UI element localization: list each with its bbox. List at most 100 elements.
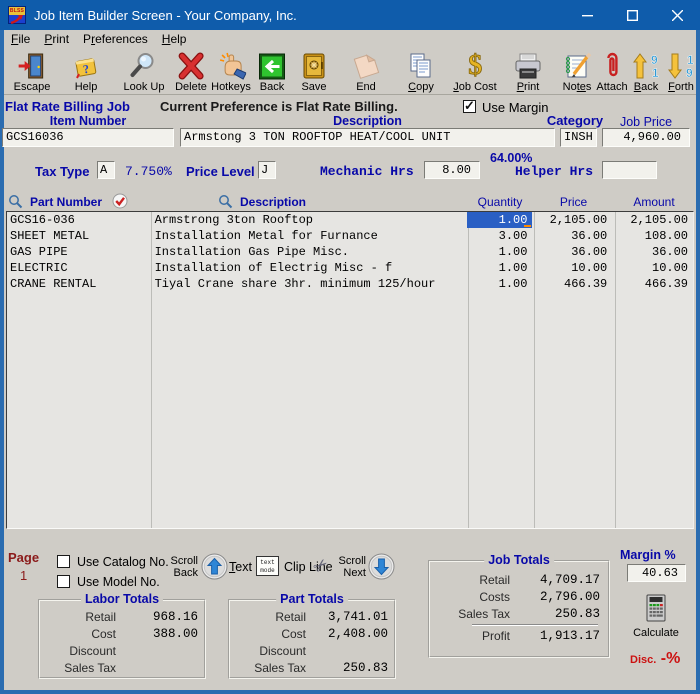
toolbar-button-copy[interactable]: Copy (407, 50, 435, 93)
toolbar-button-forth[interactable]: 1 9 Forth (667, 50, 695, 93)
scissors-icon[interactable]: ✂ (309, 554, 333, 578)
use-catalog-checkbox[interactable] (57, 555, 70, 573)
window-title: Job Item Builder Screen - Your Company, … (34, 7, 297, 23)
toolbar-button-back-record[interactable]: 9 1 Back (632, 50, 660, 93)
cell-description[interactable]: Installation Metal for Furnance (151, 228, 467, 244)
job-sales-tax-value: 250.83 (554, 607, 600, 621)
cell-quantity[interactable]: 1.00 (467, 276, 533, 292)
toolbar-button-delete[interactable]: Delete (175, 50, 207, 93)
toolbar-button-look-up[interactable]: Look Up (124, 50, 164, 93)
quantity-header: Quantity (477, 195, 523, 209)
toolbar-button-help[interactable]: ? Help (72, 50, 100, 93)
title-bar: BLSS Job Item Builder Screen - Your Comp… (0, 0, 700, 30)
cell-description[interactable]: Armstrong 3ton Rooftop (151, 212, 467, 228)
menu-help[interactable]: Help (155, 31, 194, 47)
cell-description[interactable]: Installation of Electrig Misc - f (151, 260, 467, 276)
calculate-button[interactable]: Calculate (628, 594, 684, 639)
parts-table-body[interactable]: GCS16-036 Armstrong 3ton Rooftop 1.00 2,… (6, 211, 694, 529)
toolbar-button-back[interactable]: Back (259, 50, 286, 93)
part-sales-tax-value: 250.83 (342, 661, 388, 675)
toolbar-button-attach[interactable]: Attach (596, 50, 628, 93)
job-totals-panel: Job Totals Retail 4,709.17 Costs 2,796.00 … (428, 553, 610, 658)
labor-sales-tax-value (116, 660, 198, 677)
price-level-field[interactable]: J (258, 161, 276, 179)
description-field[interactable]: Armstong 3 TON ROOFTOP HEAT/COOL UNIT (180, 128, 555, 147)
cell-amount[interactable]: 10.00 (613, 260, 693, 276)
cell-price[interactable]: 10.00 (532, 260, 613, 276)
toolbar-button-escape[interactable]: Escape (14, 50, 51, 93)
cell-part-number[interactable]: GCS16-036 (7, 212, 151, 228)
menu-preferences[interactable]: Preferences (76, 31, 155, 47)
svg-text:1: 1 (687, 53, 694, 67)
scroll-next-button[interactable] (368, 553, 395, 580)
close-button[interactable] (655, 0, 700, 30)
cell-part-number[interactable]: GAS PIPE (7, 244, 151, 260)
table-row[interactable]: ELECTRIC Installation of Electrig Misc -… (7, 260, 693, 276)
page-label: Page (8, 550, 40, 565)
cell-price[interactable]: 36.00 (532, 228, 613, 244)
item-number-field[interactable]: GCS16036 (2, 128, 174, 147)
labor-retail-value: 968.16 (152, 610, 198, 624)
use-model-checkbox[interactable] (57, 575, 70, 593)
use-margin-checkbox-box[interactable] (463, 98, 476, 114)
toolbar-button-hotkeys[interactable]: Hotkeys (211, 50, 251, 93)
cell-quantity[interactable]: 1.00 (467, 244, 533, 260)
cell-amount[interactable]: 108.00 (613, 228, 693, 244)
cell-description[interactable]: Installation Gas Pipe Misc. (151, 244, 467, 260)
escape-door-icon (14, 50, 51, 80)
category-field[interactable]: INSH (560, 128, 597, 147)
discount-button[interactable]: Disc. -% (630, 650, 680, 668)
cell-quantity-selected[interactable]: 1.00 (466, 212, 533, 228)
cell-quantity[interactable]: 1.00 (467, 260, 533, 276)
cell-description[interactable]: Tiyal Crane share 3hr. minimum 125/hour (151, 276, 467, 292)
cell-amount[interactable]: 36.00 (613, 244, 693, 260)
helper-hrs-field[interactable] (602, 161, 657, 179)
cell-amount[interactable]: 466.39 (613, 276, 693, 292)
table-row[interactable]: SHEET METAL Installation Metal for Furna… (7, 228, 693, 244)
page-number: 1 (20, 568, 28, 583)
arrow-up-91-icon: 9 1 (632, 50, 660, 80)
job-price-field[interactable]: 4,960.00 (602, 128, 690, 147)
mechanic-hrs-field[interactable]: 8.00 (424, 161, 480, 179)
item-number-label: Item Number (49, 114, 127, 128)
text-mode-icon[interactable]: text mode (256, 556, 279, 576)
toolbar-button-print[interactable]: Print (512, 50, 544, 93)
cell-price[interactable]: 2,105.00 (532, 212, 613, 228)
table-row[interactable]: CRANE RENTAL Tiyal Crane share 3hr. mini… (7, 276, 693, 292)
cell-part-number[interactable]: SHEET METAL (7, 228, 151, 244)
labor-discount-value (116, 643, 198, 660)
part-number-header: Part Number (30, 195, 103, 209)
toolbar-button-notes[interactable]: Notes (562, 50, 592, 93)
margin-field[interactable]: 40.63 (627, 564, 686, 582)
arrow-down-19-icon: 1 9 (667, 50, 695, 80)
paperclip-icon (596, 50, 627, 80)
margin-label: Margin % (620, 548, 676, 562)
job-retail-value: 4,709.17 (539, 573, 600, 587)
scroll-back-button[interactable] (201, 553, 228, 580)
help-book-icon: ? (72, 50, 100, 80)
text-button[interactable]: Text (229, 560, 252, 574)
table-row[interactable]: GAS PIPE Installation Gas Pipe Misc. 1.0… (7, 244, 693, 260)
toolbar-button-end[interactable]: End (351, 50, 381, 93)
table-row[interactable]: GCS16-036 Armstrong 3ton Rooftop 1.00 2,… (7, 212, 693, 228)
tax-type-field[interactable]: A (97, 161, 115, 179)
delete-x-icon (175, 50, 207, 80)
cell-amount[interactable]: 2,105.00 (613, 212, 693, 228)
cell-price[interactable]: 36.00 (532, 244, 613, 260)
use-catalog-label: Use Catalog No. (77, 555, 169, 569)
cell-part-number[interactable]: CRANE RENTAL (7, 276, 151, 292)
minimize-button[interactable] (565, 0, 610, 30)
cell-part-number[interactable]: ELECTRIC (7, 260, 151, 276)
toolbar-button-job-cost[interactable]: $ Job Cost (453, 50, 496, 93)
cell-price[interactable]: 466.39 (532, 276, 613, 292)
maximize-button[interactable] (610, 0, 655, 30)
cell-quantity[interactable]: 3.00 (467, 228, 533, 244)
toolbar-button-save[interactable]: Save (300, 50, 328, 93)
part-retail-value: 3,741.01 (327, 610, 388, 624)
menu-print[interactable]: Print (37, 31, 76, 47)
menu-file[interactable]: File (4, 31, 37, 47)
notes-icon (562, 50, 592, 80)
job-profit-value: 1,913.17 (539, 629, 600, 643)
tax-type-label: Tax Type (35, 164, 90, 179)
dollar-icon: $ (453, 50, 496, 80)
